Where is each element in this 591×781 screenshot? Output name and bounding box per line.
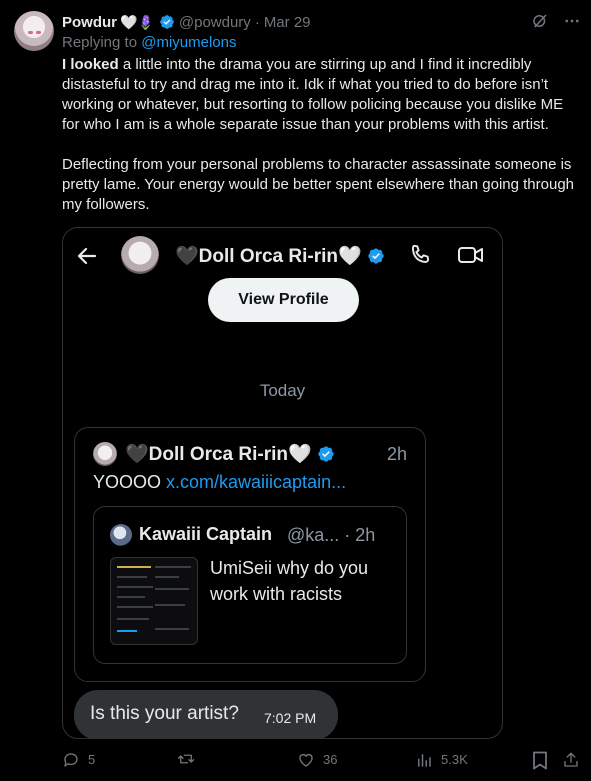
phone-call-icon[interactable]	[407, 242, 433, 268]
message-time: 7:02 PM	[264, 710, 317, 726]
author-handle[interactable]: @powdury	[179, 14, 251, 31]
repost-action[interactable]	[176, 750, 204, 768]
more-options-icon[interactable]	[563, 12, 581, 30]
dm-contact-name: 🖤Doll Orca Ri-rin🤍	[175, 246, 362, 267]
replying-prefix: Replying to	[62, 34, 138, 51]
tweet-paragraph-1: I looked a little into the drama you are…	[62, 55, 584, 135]
view-profile-button[interactable]: View Profile	[208, 278, 359, 322]
views-count: 5.3K	[441, 752, 468, 767]
shared-post-avatar	[93, 442, 117, 466]
attached-screenshot[interactable]: 🖤Doll Orca Ri-rin🤍 View Profile Today 🖤D…	[62, 227, 503, 739]
separator-dot: ·	[254, 13, 260, 31]
verified-badge-icon	[160, 15, 174, 29]
dm-contact-name-row: 🖤Doll Orca Ri-rin🤍	[175, 244, 385, 268]
tweet-date[interactable]: Mar 29	[264, 14, 311, 31]
dm-verified-badge-icon	[367, 248, 384, 264]
quoted-post-text: UmiSeii why do you work with racists	[210, 558, 369, 604]
message-text: Is this your artist?	[90, 703, 239, 724]
dm-contact-avatar[interactable]	[121, 236, 159, 274]
bookmark-icon[interactable]	[532, 751, 548, 770]
shared-post-message: YOOOO	[93, 472, 167, 492]
date-divider: Today	[259, 381, 306, 400]
reply-action[interactable]: 5	[62, 750, 95, 770]
message-bubble[interactable]: Is this your artist? 7:02 PM	[74, 690, 338, 738]
like-count: 36	[323, 752, 338, 767]
shared-post-author-row: 🖤Doll Orca Ri-rin🤍	[125, 442, 335, 466]
tweet-bold-text: I looked	[62, 56, 119, 73]
tweet-body: I looked a little into the drama you are…	[62, 55, 584, 235]
replying-to-line: Replying to @miyumelons	[62, 34, 236, 51]
reply-count: 5	[88, 752, 96, 767]
heart-icon	[299, 754, 313, 767]
shared-verified-badge-icon	[317, 446, 334, 462]
repost-icon	[177, 754, 195, 764]
quoted-post-author: Kawaiii Captain	[139, 524, 273, 544]
grok-icon[interactable]	[531, 12, 549, 30]
shared-post-time: 2h	[386, 444, 407, 464]
shared-post-text: YOOOO x.com/kawaiiicaptain...	[93, 472, 346, 493]
shared-post-author: 🖤Doll Orca Ri-rin🤍	[125, 444, 312, 465]
shared-post-link[interactable]: x.com/kawaiiicaptain...	[166, 472, 346, 492]
views-bar-chart-icon	[418, 754, 431, 767]
quoted-post-avatar	[110, 524, 132, 546]
back-arrow-icon[interactable]	[75, 244, 99, 268]
tweet-paragraph-2: Deflecting from your personal problems t…	[62, 156, 575, 213]
share-icon[interactable]	[562, 750, 580, 770]
video-call-icon[interactable]	[457, 244, 485, 266]
author-avatar[interactable]	[14, 11, 54, 51]
dm-header: 🖤Doll Orca Ri-rin🤍	[63, 228, 502, 284]
author-name[interactable]: Powdur	[62, 14, 117, 31]
views-action[interactable]: 5.3K	[415, 750, 468, 770]
author-name-emoji: 🤍🪻	[120, 13, 155, 30]
quoted-post-handle: @ka... · 2h	[287, 525, 376, 545]
like-action[interactable]: 36	[297, 750, 337, 770]
quoted-post-card[interactable]: Kawaiii Captain @ka... · 2h UmiSeii why …	[93, 506, 407, 664]
replying-mention-link[interactable]: @miyumelons	[141, 34, 236, 51]
tweet-header: Powdur 🤍🪻 @powdury · Mar 29	[62, 12, 581, 32]
tweet-action-bar: 5 36 5.3K	[62, 750, 584, 772]
shared-post-card[interactable]: 🖤Doll Orca Ri-rin🤍 2h YOOOO x.com/kawaii…	[74, 427, 426, 682]
tweet-paragraph-1-rest: a little into the drama you are stirring…	[62, 56, 564, 133]
reply-icon	[64, 753, 78, 767]
quoted-post-thumbnail	[110, 557, 198, 645]
